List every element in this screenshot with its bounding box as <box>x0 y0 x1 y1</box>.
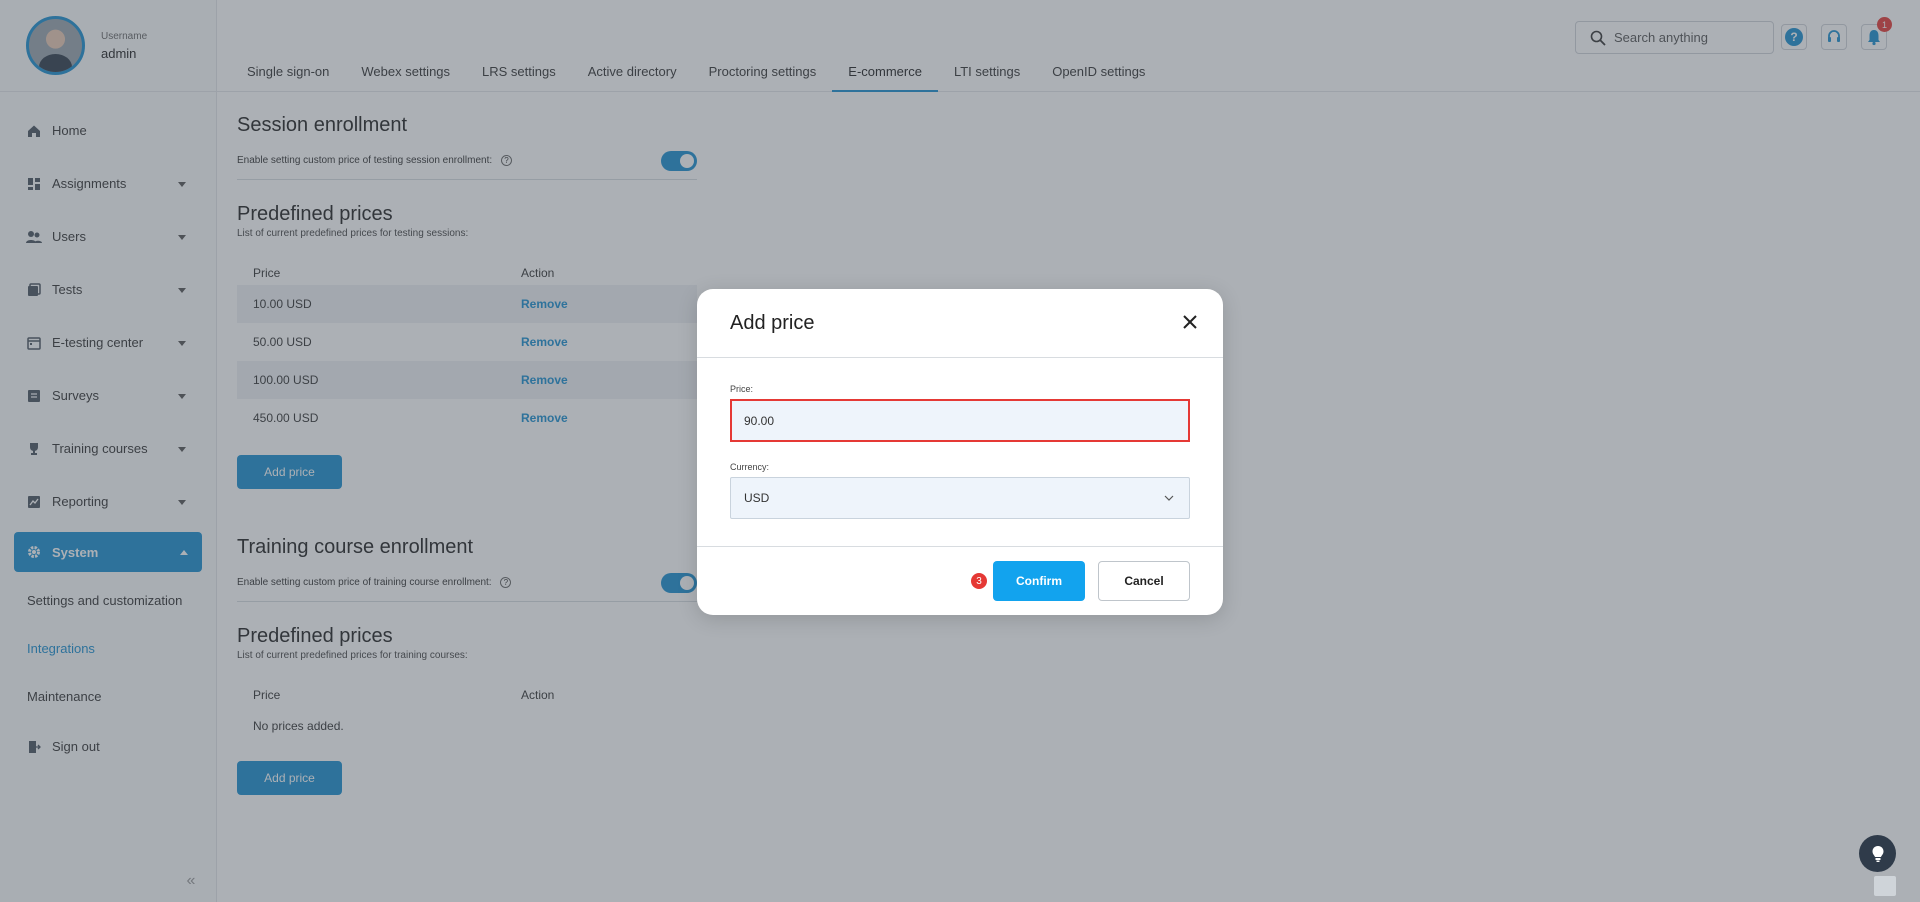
corner-widget[interactable] <box>1874 876 1896 896</box>
add-price-dialog: Add price Price: 90.00 Currency: USD 3 C… <box>697 289 1223 615</box>
price-input-value: 90.00 <box>744 413 775 428</box>
currency-label: Currency: <box>730 462 770 472</box>
dialog-header: Add price <box>697 289 1223 358</box>
close-icon[interactable] <box>1181 313 1199 331</box>
currency-select[interactable]: USD <box>730 477 1190 519</box>
price-input[interactable]: 90.00 <box>730 399 1190 442</box>
lightbulb-icon <box>1870 845 1886 863</box>
chevron-down-icon <box>1163 492 1175 504</box>
dialog-body: Price: 90.00 Currency: USD <box>697 358 1223 547</box>
currency-value: USD <box>744 491 770 505</box>
confirm-button[interactable]: Confirm <box>993 561 1085 601</box>
dialog-title: Add price <box>730 311 815 334</box>
tips-button[interactable] <box>1859 835 1896 872</box>
cancel-button[interactable]: Cancel <box>1098 561 1190 601</box>
price-label: Price: <box>730 384 754 394</box>
dialog-footer: 3 Confirm Cancel <box>697 547 1223 614</box>
step-badge: 3 <box>971 573 987 589</box>
